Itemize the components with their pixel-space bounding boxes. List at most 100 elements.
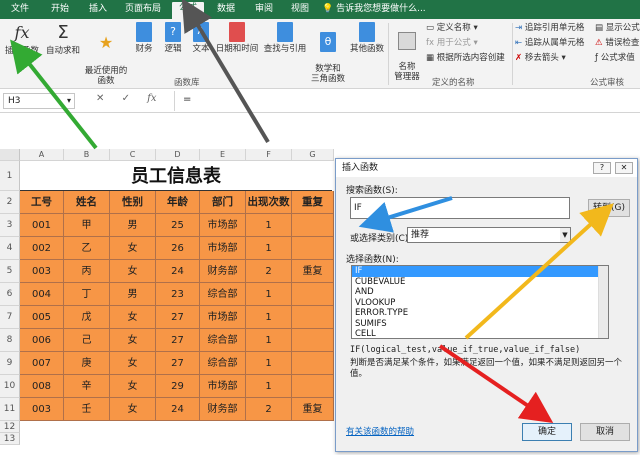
function-item-error-type[interactable]: ERROR.TYPE bbox=[352, 308, 608, 319]
table-cell[interactable]: 丁 bbox=[64, 283, 110, 306]
tab-view[interactable]: 视图 bbox=[284, 3, 316, 19]
define-name-button[interactable]: ▭ 定义名称 ▾ bbox=[426, 22, 478, 34]
table-cell[interactable] bbox=[292, 306, 334, 329]
table-cell[interactable]: 市场部 bbox=[200, 306, 246, 329]
tab-insert[interactable]: 插入 bbox=[82, 3, 114, 19]
table-cell[interactable]: 辛 bbox=[64, 375, 110, 398]
cancel-icon[interactable]: ✕ bbox=[96, 93, 104, 104]
header-cell[interactable]: 部门 bbox=[200, 191, 246, 214]
table-cell[interactable]: 002 bbox=[20, 237, 64, 260]
math-trig-button[interactable]: θ 数学和 三角函数 bbox=[308, 22, 348, 84]
table-cell[interactable]: 23 bbox=[156, 283, 200, 306]
tab-file[interactable]: 文件 bbox=[4, 3, 36, 19]
more-functions-button[interactable]: 其他函数 bbox=[348, 22, 386, 74]
remove-arrows-button[interactable]: ✗ 移去箭头 ▾ bbox=[515, 52, 566, 64]
table-cell[interactable]: 1 bbox=[246, 352, 292, 375]
row-header[interactable]: 5 bbox=[0, 260, 20, 283]
table-cell[interactable]: 27 bbox=[156, 306, 200, 329]
table-cell[interactable]: 1 bbox=[246, 214, 292, 237]
header-cell[interactable]: 性别 bbox=[110, 191, 156, 214]
header-cell[interactable]: 姓名 bbox=[64, 191, 110, 214]
show-formulas-button[interactable]: ▤ 显示公式 bbox=[595, 22, 640, 34]
tab-data[interactable]: 数据 bbox=[210, 3, 242, 19]
help-link[interactable]: 有关该函数的帮助 bbox=[346, 425, 414, 437]
table-cell[interactable]: 男 bbox=[110, 283, 156, 306]
table-cell[interactable] bbox=[292, 237, 334, 260]
table-cell[interactable]: 26 bbox=[156, 237, 200, 260]
tab-home[interactable]: 开始 bbox=[44, 3, 76, 19]
row-header[interactable]: 11 bbox=[0, 398, 20, 421]
table-cell[interactable]: 乙 bbox=[64, 237, 110, 260]
table-cell[interactable]: 24 bbox=[156, 260, 200, 283]
table-cell[interactable] bbox=[292, 329, 334, 352]
lookup-reference-button[interactable]: 查找与引用 bbox=[262, 22, 308, 74]
table-cell[interactable]: 007 bbox=[20, 352, 64, 375]
column-header-f[interactable]: F bbox=[246, 149, 292, 161]
table-cell[interactable]: 庚 bbox=[64, 352, 110, 375]
table-cell[interactable]: 004 bbox=[20, 283, 64, 306]
chevron-down-icon[interactable]: ▼ bbox=[560, 228, 570, 242]
name-manager-button[interactable]: 名称 管理器 bbox=[390, 22, 424, 82]
table-cell[interactable]: 市场部 bbox=[200, 214, 246, 237]
function-item-cell[interactable]: CELL bbox=[352, 329, 608, 340]
table-cell[interactable]: 综合部 bbox=[200, 283, 246, 306]
table-cell[interactable]: 女 bbox=[110, 398, 156, 421]
datetime-button[interactable]: 日期和时间 bbox=[214, 22, 260, 74]
header-cell[interactable]: 工号 bbox=[20, 191, 64, 214]
row-header[interactable]: 6 bbox=[0, 283, 20, 306]
column-header-d[interactable]: D bbox=[156, 149, 200, 161]
tab-formulas[interactable]: 公式 bbox=[172, 2, 204, 19]
function-list-scrollbar[interactable] bbox=[598, 266, 608, 338]
table-cell[interactable]: 001 bbox=[20, 214, 64, 237]
table-cell[interactable]: 重复 bbox=[292, 260, 334, 283]
table-cell[interactable]: 女 bbox=[110, 375, 156, 398]
table-cell[interactable] bbox=[292, 214, 334, 237]
table-cell[interactable]: 女 bbox=[110, 306, 156, 329]
table-cell[interactable]: 1 bbox=[246, 237, 292, 260]
table-cell[interactable]: 2 bbox=[246, 398, 292, 421]
function-list[interactable]: IF CUBEVALUE AND VLOOKUP ERROR.TYPE SUMI… bbox=[351, 265, 609, 339]
row-header[interactable]: 10 bbox=[0, 375, 20, 398]
row-header[interactable]: 1 bbox=[0, 161, 20, 191]
column-header-a[interactable]: A bbox=[20, 149, 64, 161]
column-header-b[interactable]: B bbox=[64, 149, 110, 161]
select-all-corner[interactable] bbox=[0, 149, 20, 161]
evaluate-formula-button[interactable]: ƒ 公式求值 bbox=[595, 52, 635, 64]
function-item-vlookup[interactable]: VLOOKUP bbox=[352, 298, 608, 309]
function-item-and[interactable]: AND bbox=[352, 287, 608, 298]
table-cell[interactable]: 甲 bbox=[64, 214, 110, 237]
error-checking-button[interactable]: ⚠ 错误检查 bbox=[595, 37, 639, 49]
table-cell[interactable]: 戊 bbox=[64, 306, 110, 329]
table-cell[interactable]: 财务部 bbox=[200, 398, 246, 421]
table-cell[interactable]: 1 bbox=[246, 329, 292, 352]
function-item-if[interactable]: IF bbox=[352, 266, 608, 277]
tab-review[interactable]: 审阅 bbox=[248, 3, 280, 19]
table-cell[interactable]: 008 bbox=[20, 375, 64, 398]
row-header[interactable]: 4 bbox=[0, 237, 20, 260]
table-cell[interactable]: 1 bbox=[246, 306, 292, 329]
financial-button[interactable]: 财务 bbox=[130, 22, 158, 74]
table-cell[interactable] bbox=[292, 375, 334, 398]
table-cell[interactable]: 己 bbox=[64, 329, 110, 352]
table-cell[interactable]: 男 bbox=[110, 214, 156, 237]
table-cell[interactable] bbox=[292, 283, 334, 306]
column-header-c[interactable]: C bbox=[110, 149, 156, 161]
header-cell[interactable]: 出现次数 bbox=[246, 191, 292, 214]
category-select[interactable]: 推荐 ▼ bbox=[407, 227, 571, 243]
help-button[interactable]: ? bbox=[593, 162, 611, 174]
insert-function-button[interactable]: fx 插入函数 bbox=[2, 22, 42, 74]
sheet-title[interactable]: 员工信息表 bbox=[20, 163, 332, 191]
row-header[interactable]: 12 bbox=[0, 421, 20, 433]
table-cell[interactable]: 重复 bbox=[292, 398, 334, 421]
tell-me-box[interactable]: 💡 告诉我您想要做什么... bbox=[322, 3, 426, 16]
row-header[interactable]: 7 bbox=[0, 306, 20, 329]
table-cell[interactable]: 女 bbox=[110, 352, 156, 375]
tab-page-layout[interactable]: 页面布局 bbox=[122, 3, 164, 19]
formula-input[interactable]: = bbox=[174, 91, 634, 111]
table-cell[interactable]: 003 bbox=[20, 398, 64, 421]
close-icon[interactable]: ✕ bbox=[615, 162, 633, 174]
column-header-g[interactable]: G bbox=[292, 149, 334, 161]
table-cell[interactable]: 005 bbox=[20, 306, 64, 329]
logical-button[interactable]: ? 逻辑 bbox=[160, 22, 186, 74]
search-function-input[interactable]: IF bbox=[350, 197, 570, 219]
